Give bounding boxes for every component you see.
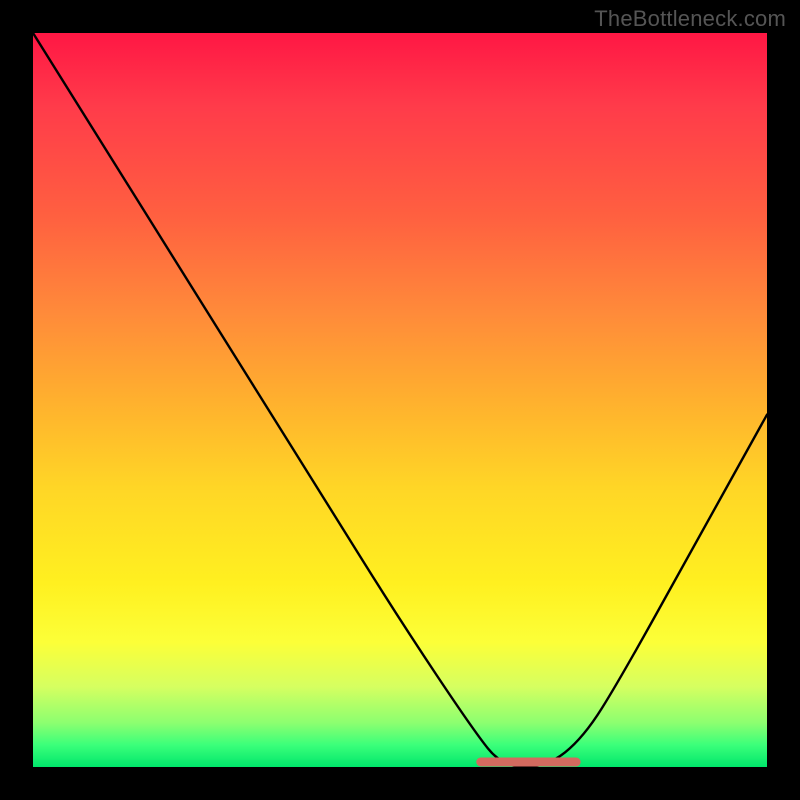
watermark-text: TheBottleneck.com: [594, 6, 786, 32]
curve-path: [33, 33, 767, 767]
chart-plot-area: [33, 33, 767, 767]
bottleneck-curve: [33, 33, 767, 767]
chart-container: TheBottleneck.com: [0, 0, 800, 800]
